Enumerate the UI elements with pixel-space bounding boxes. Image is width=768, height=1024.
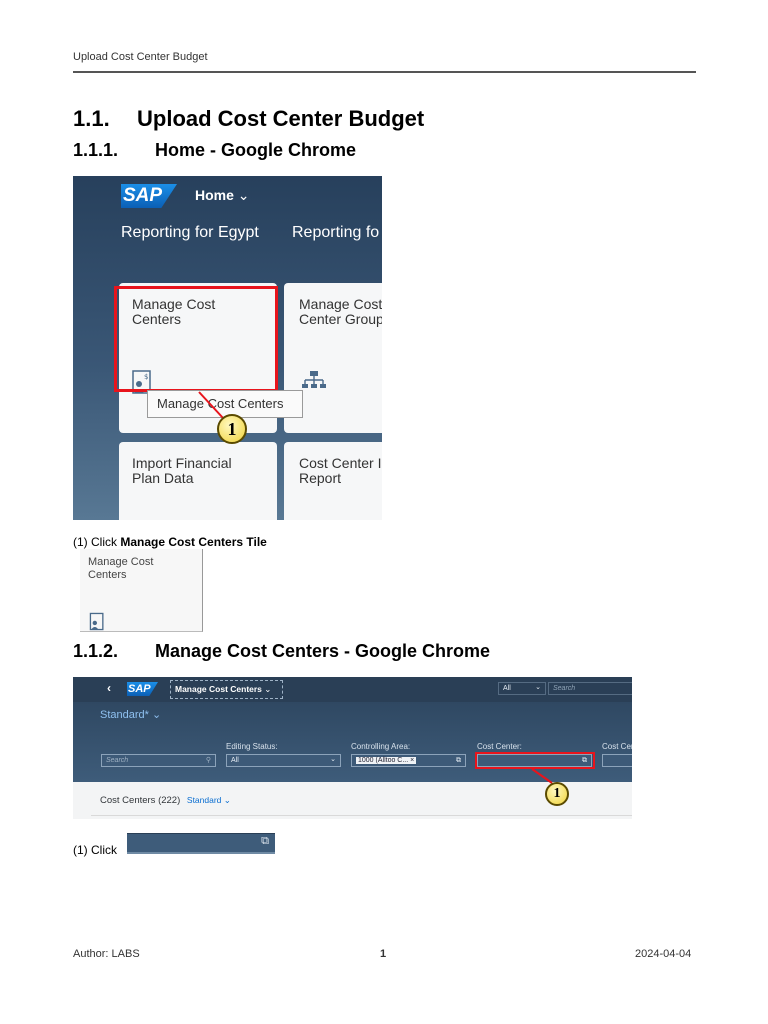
group-tab-reporting[interactable]: Reporting fo xyxy=(292,224,379,242)
page-header-title: Upload Cost Center Budget xyxy=(73,51,208,63)
app-title: Manage Cost Centers xyxy=(175,684,262,694)
footer-page-number: 1 xyxy=(380,948,387,960)
header-rule xyxy=(73,71,696,73)
hierarchy-icon xyxy=(302,371,326,388)
value-help-icon[interactable]: ⧉ xyxy=(456,755,461,766)
tile-cost-center-report[interactable]: Cost Center I Report xyxy=(284,442,382,520)
controlling-area-value: 1000 (Alltoo C... xyxy=(358,757,409,764)
tile-import-financial-plan-data[interactable]: Import Financial Plan Data xyxy=(119,442,277,520)
launchpad-screenshot: SAP Home ⌄ Reporting for Egypt Reporting… xyxy=(73,176,382,520)
section-heading: 1.1. Upload Cost Center Budget xyxy=(73,106,424,132)
cost-center-icon xyxy=(89,612,104,631)
chevron-down-icon: ⌄ xyxy=(330,756,336,763)
subsection-number-2: 1.1.2. xyxy=(73,641,119,661)
group-tab-egypt[interactable]: Reporting for Egypt xyxy=(121,224,259,242)
subsection-heading-2: 1.1.2. Manage Cost Centers - Google Chrom… xyxy=(73,641,490,662)
variant-label: Standard* xyxy=(100,709,149,721)
filter-search-placeholder: Search xyxy=(106,757,129,764)
tile-label: Cost Center I Report xyxy=(299,455,382,486)
search-icon: ⚲ xyxy=(205,757,211,764)
table-title: Cost Centers (222) Standard ⌄ xyxy=(100,795,231,806)
table-divider xyxy=(91,815,632,816)
editing-status-value: All xyxy=(231,757,239,764)
controlling-area-label-text: Controlling Area: xyxy=(351,742,411,751)
step-callout-1: 1 xyxy=(545,782,569,806)
subsection-title-1: Home - Google Chrome xyxy=(155,140,357,160)
thumbnail-label: Manage Cost Centers xyxy=(88,556,154,581)
cost-center-input-thumbnail[interactable]: ⧉ xyxy=(127,833,275,854)
sap-logo: SAP xyxy=(121,184,177,208)
editing-status-select[interactable]: All ⌄ xyxy=(226,754,341,767)
table-variant-label: Standard xyxy=(186,795,222,805)
controlling-area-token: 1000 (Alltoo C... × xyxy=(356,757,417,764)
subsection-number-1: 1.1.1. xyxy=(73,140,119,160)
chevron-down-icon: ⌄ xyxy=(237,187,250,203)
search-scope-select[interactable]: All ⌄ xyxy=(498,682,546,695)
step-1-prefix: (1) Click xyxy=(73,535,121,549)
cost-center-group-input[interactable] xyxy=(602,754,632,767)
shell-search-input[interactable]: Search xyxy=(548,682,632,695)
table-variant-selector[interactable]: Standard ⌄ xyxy=(187,795,231,805)
editing-status-label: Editing Status: xyxy=(226,742,278,751)
subsection-title-2: Manage Cost Centers - Google Chrome xyxy=(155,641,491,661)
footer-date: 2024-04-04 xyxy=(635,948,692,960)
chevron-down-icon: ⌄ xyxy=(535,684,541,691)
step-callout-1: 1 xyxy=(217,414,247,444)
cost-center-label: Cost Center: xyxy=(477,742,522,751)
filter-search-input[interactable]: Search ⚲ xyxy=(101,754,216,767)
shell-bar: ‹ SAP Manage Cost Centers ⌄ All ⌄ Search xyxy=(73,677,632,702)
highlight-box xyxy=(114,286,278,392)
footer-author: Author: LABS xyxy=(73,948,140,960)
chevron-down-icon: ⌄ xyxy=(264,684,272,694)
chevron-down-icon: ⌄ xyxy=(152,709,162,721)
back-icon[interactable]: ‹ xyxy=(107,681,111,695)
app-title-menu[interactable]: Manage Cost Centers ⌄ xyxy=(170,680,283,699)
sap-logo: SAP xyxy=(127,682,158,696)
step-2-instruction: (1) Click xyxy=(73,843,117,857)
search-scope-value: All xyxy=(503,685,511,692)
subsection-heading-1: 1.1.1. Home - Google Chrome xyxy=(73,140,356,161)
manage-cost-centers-tile-thumbnail[interactable]: Manage Cost Centers xyxy=(80,549,203,632)
section-number: 1.1. xyxy=(73,106,110,131)
table-title-text: Cost Centers (222) xyxy=(100,795,181,806)
controlling-area-label: Controlling Area: xyxy=(351,742,410,751)
manage-cost-centers-screenshot: ‹ SAP Manage Cost Centers ⌄ All ⌄ Search … xyxy=(73,677,632,819)
home-label: Home xyxy=(195,187,234,203)
step-1-instruction: (1) Click Manage Cost Centers Tile xyxy=(73,535,267,549)
home-menu[interactable]: Home ⌄ xyxy=(195,187,250,204)
section-title: Upload Cost Center Budget xyxy=(137,106,425,131)
cost-center-cut-label: Cost Cen xyxy=(602,742,632,751)
step-1-target: Manage Cost Centers Tile xyxy=(120,535,267,549)
controlling-area-field[interactable]: 1000 (Alltoo C... × ⧉ xyxy=(351,754,466,767)
variant-selector[interactable]: Standard* ⌄ xyxy=(100,708,161,721)
tile-label: Import Financial Plan Data xyxy=(132,455,232,486)
value-help-icon: ⧉ xyxy=(261,835,269,847)
tile-label: Manage Cost Center Group xyxy=(299,296,382,327)
